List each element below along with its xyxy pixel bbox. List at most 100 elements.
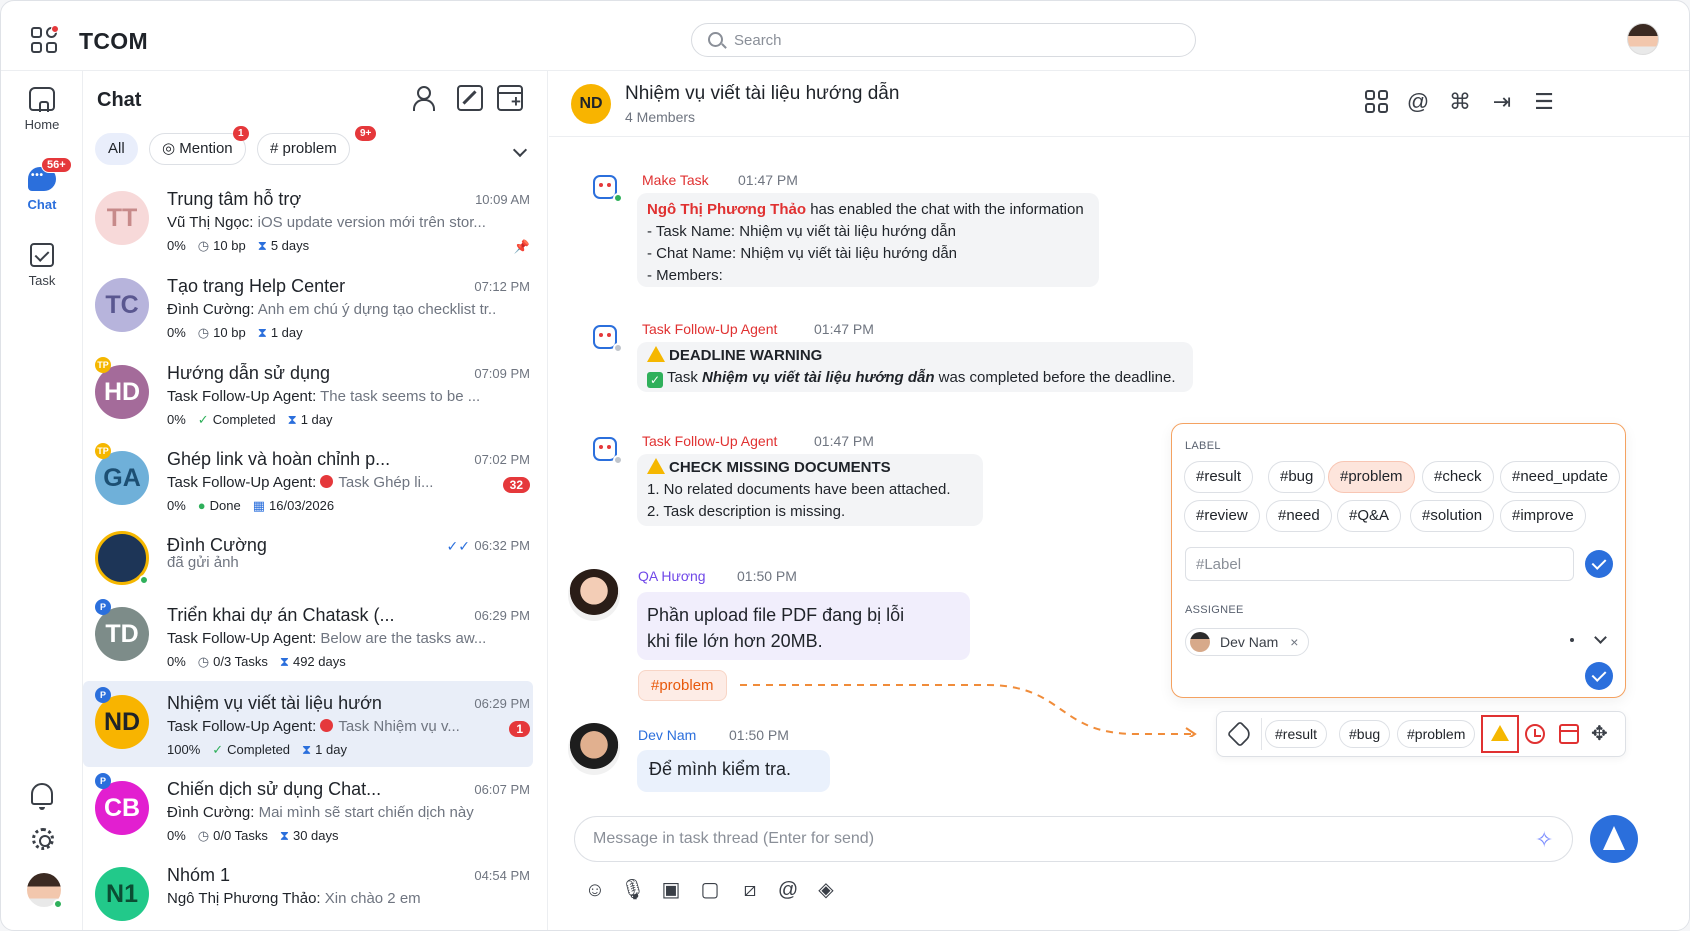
status-icon: ◷ xyxy=(197,325,210,340)
chat-row[interactable]: CB P Chiến dịch sử dụng Chat... 06:07 PM Đìn… xyxy=(83,767,548,853)
msg2-post: was completed before the deadline. xyxy=(938,369,1176,386)
label-bug[interactable]: #bug xyxy=(1268,461,1326,493)
new-calendar-group-icon[interactable] xyxy=(497,85,523,112)
chat-row[interactable]: TC Tạo trang Help Center 07:12 PM Đình Cườn… xyxy=(83,264,548,350)
meta-status: 0/0 Tasks xyxy=(213,828,268,843)
chat-name: Ghép link và hoàn chỉnh p... xyxy=(167,449,391,469)
pin-icon[interactable]: 📌 xyxy=(514,239,530,255)
chat-row[interactable]: N1 Nhóm 1 04:54 PM Ngô Thị Phương Thảo: Xin… xyxy=(83,853,548,930)
progress-value: 0% xyxy=(167,238,186,253)
dev-nam-avatar[interactable] xyxy=(568,723,620,775)
chat-message: Anh em chú ý dựng tạo checklist tr... xyxy=(257,301,497,318)
label-problem[interactable]: #problem xyxy=(1328,461,1415,493)
assignee-chip[interactable]: Dev Nam × xyxy=(1185,628,1310,656)
qa-huong-avatar[interactable] xyxy=(568,569,620,621)
chat-message: Task Ghép li... xyxy=(338,474,434,491)
chat-meta: 0% ✓ Completed ⧗ 1 day xyxy=(167,412,345,428)
chat-row[interactable]: HD TP Hướng dẫn sử dụng 07:09 PM Task Follow… xyxy=(83,351,548,437)
label-solution[interactable]: #solution xyxy=(1410,500,1495,532)
filter-all[interactable]: All xyxy=(95,133,138,165)
chat-time: 06:29 PM xyxy=(474,608,530,623)
label-input[interactable]: #Label xyxy=(1185,547,1574,581)
message-composer[interactable]: Message in task thread (Enter for send) … xyxy=(574,816,1573,862)
command-slash-icon[interactable]: ⧄ xyxy=(737,877,763,903)
filter-mention[interactable]: ◎ Mention xyxy=(149,133,246,165)
chat-meta: 100% ✓ Completed ⧗ 1 day xyxy=(167,742,359,758)
meta-status: 10 bp xyxy=(213,325,246,340)
meta-status: 0/3 Tasks xyxy=(213,654,268,669)
msg1-bubble: Ngô Thị Phương Thảo has enabled the chat… xyxy=(637,193,1099,287)
left-rail: Home 56+ Chat Task xyxy=(1,71,83,930)
file-icon[interactable]: ▢ xyxy=(697,877,723,903)
emoji-icon[interactable]: ☺ xyxy=(582,877,608,903)
app-window: TCOM Search Home 56+ Chat Task Chat xyxy=(0,0,1690,931)
warning-icon-button[interactable] xyxy=(1481,715,1519,753)
online-status-dot xyxy=(139,575,149,585)
checklist-icon[interactable]: ☰ xyxy=(1531,89,1557,115)
members-count[interactable]: 4 Members xyxy=(625,109,695,125)
compose-icon[interactable] xyxy=(457,85,483,111)
read-receipt-icon: ✓✓ xyxy=(446,538,470,554)
search-input[interactable]: Search xyxy=(691,23,1196,57)
problem-tag[interactable]: #problem xyxy=(638,670,727,701)
confirm-assignee-button[interactable] xyxy=(1585,662,1613,690)
task-checkbox-icon xyxy=(30,243,54,267)
msg2-bubble: DEADLINE WARNING ✓ Task Nhiệm vụ viết tài… xyxy=(637,342,1193,392)
alarm-clock-icon[interactable] xyxy=(1525,724,1545,744)
chat-row[interactable]: GA TP Ghép link và hoàn chỉnh p... 07:02 PM… xyxy=(83,437,548,523)
add-user-icon[interactable] xyxy=(413,85,439,111)
gear-icon[interactable] xyxy=(32,828,54,850)
chat-list-panel: Chat All ◎ Mention 1 # problem 9+ TT Trun… xyxy=(83,71,548,930)
tag-label-icon[interactable]: ◈ xyxy=(813,877,839,903)
ai-sparkle-icon[interactable]: ✧ xyxy=(1535,827,1553,853)
chat-row[interactable]: Đình Cường 06:32 PM ✓✓ đã gửi ảnh xyxy=(83,523,548,591)
follow-up-bot-icon xyxy=(589,319,623,353)
filter-problem[interactable]: # problem xyxy=(257,133,350,165)
chat-message: iOS update version mới trên stor... xyxy=(257,214,486,231)
rail-home-label: Home xyxy=(24,117,60,132)
chat-row[interactable]: TT Trung tâm hỗ trợ 10:09 AM Vũ Thị Ngọc: i… xyxy=(83,177,548,263)
msg5-bubble: Để mình kiểm tra. xyxy=(637,750,830,792)
label-need-update[interactable]: #need_update xyxy=(1500,461,1620,493)
label-improve[interactable]: #improve xyxy=(1500,500,1586,532)
toolbar-tag-bug[interactable]: #bug xyxy=(1339,720,1391,748)
meta-duration: 1 day xyxy=(270,325,303,340)
rail-chat[interactable]: 56+ Chat xyxy=(1,157,83,212)
toolbar-divider xyxy=(1261,718,1262,750)
chat-sender: Task Follow-Up Agent: xyxy=(167,630,317,647)
image-icon[interactable]: ▣ xyxy=(658,877,684,903)
remove-assignee-icon[interactable]: × xyxy=(1290,634,1298,650)
toolbar-tag-problem[interactable]: #problem xyxy=(1397,720,1476,748)
tag-icon[interactable]: ⌘ xyxy=(1447,89,1473,115)
chat-row[interactable]: ND P Nhiệm vụ viết tài liệu hướn 06:29 PM Ta… xyxy=(83,681,533,767)
msg2-time: 01:47 PM xyxy=(814,321,874,337)
grid-view-icon[interactable] xyxy=(1364,89,1390,115)
progress-value: 100% xyxy=(167,742,201,757)
send-button[interactable] xyxy=(1590,815,1638,863)
move-icon[interactable] xyxy=(1591,721,1611,746)
chat-preview: Đình Cường: Mai mình sẽ start chiến dịch… xyxy=(167,804,497,821)
chat-time: 04:54 PM xyxy=(474,868,530,883)
rail-home[interactable]: Home xyxy=(1,87,83,132)
assignee-dropdown-icon[interactable] xyxy=(1594,631,1607,644)
chat-preview: Đình Cường: Anh em chú ý dựng tạo checkl… xyxy=(167,301,497,318)
label-review[interactable]: #review xyxy=(1184,500,1260,532)
meta-status: Completed xyxy=(212,412,276,427)
mention-icon[interactable]: @ xyxy=(1405,89,1431,115)
label-need[interactable]: #need xyxy=(1266,500,1332,532)
tag-icon[interactable] xyxy=(1226,720,1254,748)
microphone-icon[interactable]: 🎙 xyxy=(620,877,646,903)
toolbar-tag-result[interactable]: #result xyxy=(1265,720,1328,748)
confirm-label-button[interactable] xyxy=(1585,550,1613,578)
chat-meta: 0% ◷ 0/3 Tasks ⧗ 492 days xyxy=(167,654,358,670)
chat-row[interactable]: TD P Triển khai dự án Chatask (... 06:29 PM… xyxy=(83,593,548,679)
mention-at-icon[interactable]: @ xyxy=(775,877,801,903)
label-qa[interactable]: #Q&A xyxy=(1337,500,1402,532)
calendar-icon[interactable] xyxy=(1559,724,1579,744)
bell-icon[interactable] xyxy=(31,783,53,810)
label-check[interactable]: #check xyxy=(1422,461,1494,493)
user-avatar[interactable] xyxy=(1627,23,1659,55)
rail-task[interactable]: Task xyxy=(1,243,83,288)
label-result[interactable]: #result xyxy=(1184,461,1254,493)
exit-icon[interactable]: ⇥ xyxy=(1489,89,1515,115)
